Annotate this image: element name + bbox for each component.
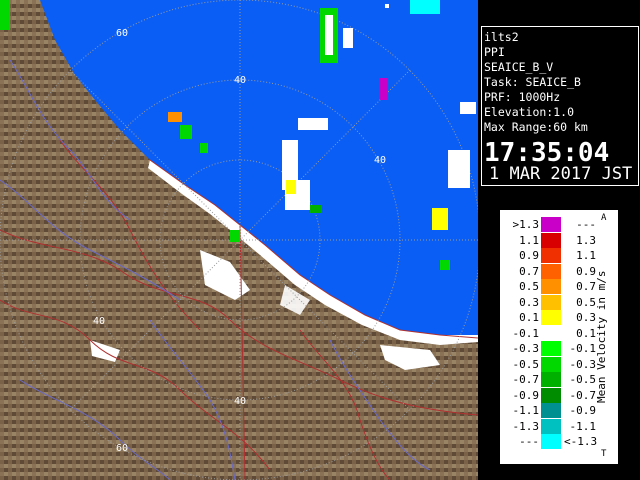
legend-color-swatch: [541, 372, 561, 387]
range-label: 40: [93, 316, 105, 327]
legend-row-lower-bound: -0.7: [512, 373, 540, 386]
legend-row-lower-bound: -0.3: [512, 342, 540, 355]
legend-color-swatch: [541, 403, 561, 418]
range-label: 60: [116, 443, 128, 454]
legend-color-swatch: [541, 294, 561, 310]
legend-row-lower-bound: -1.3: [512, 419, 540, 433]
legend-tag-top: A: [601, 213, 607, 223]
legend-color-swatch: [541, 387, 561, 403]
elevation-value: Elevation:1.0: [484, 105, 575, 119]
scan-date: 1 MAR 2017 JST: [489, 164, 633, 184]
range-label: 40: [374, 155, 386, 166]
legend-row-lower-bound: 1.1: [519, 233, 539, 247]
prf-value: PRF: 1000Hz: [484, 90, 561, 104]
radar-ppi-map: 60 40 40 40 40 60: [0, 0, 478, 480]
product-name: SEAICE_B_V: [484, 60, 554, 74]
legend-row-upper-bound: -1.1: [569, 419, 597, 433]
legend-row-upper-bound: <-1.3: [564, 435, 598, 448]
range-label: 40: [234, 396, 246, 407]
legend-row-upper-bound: 1.3: [576, 233, 596, 247]
legend-row-lower-bound: ---: [519, 435, 539, 448]
max-range-value: Max Range:60 km: [484, 120, 588, 134]
legend-tag-bottom: T: [601, 449, 607, 459]
legend-row-lower-bound: 0.7: [519, 264, 539, 278]
legend-row-upper-bound: -0.3: [569, 357, 597, 371]
legend-color-swatch: [541, 248, 561, 263]
legend-row-upper-bound: 0.9: [576, 264, 596, 278]
legend-row-lower-bound: -0.1: [512, 326, 540, 340]
range-label: 60: [116, 28, 128, 39]
station-name: ilts2: [484, 30, 519, 44]
legend-color-swatch: [541, 356, 561, 372]
legend-row-upper-bound: 0.7: [576, 280, 596, 293]
legend-row-lower-bound: 0.3: [519, 295, 539, 309]
legend-color-swatch: [541, 341, 561, 356]
legend-color-swatch: [541, 418, 561, 434]
legend-row-lower-bound: 0.9: [519, 249, 539, 262]
legend-color-swatch: [541, 279, 561, 294]
legend-row-lower-bound: -0.9: [512, 388, 540, 402]
legend-row-lower-bound: 0.1: [519, 311, 539, 324]
legend-title: Mean Velocity in m/s: [595, 270, 608, 404]
legend-row-upper-bound: 0.1: [576, 326, 596, 340]
legend-row-upper-bound: -0.5: [569, 373, 597, 386]
legend-row-upper-bound: 0.3: [576, 311, 596, 324]
legend-color-swatch: [541, 263, 561, 279]
legend-row-upper-bound: 0.5: [576, 295, 596, 309]
scan-mode: PPI: [484, 45, 505, 59]
legend-row-lower-bound: 0.5: [519, 280, 539, 293]
legend-row-upper-bound: ---: [576, 218, 596, 231]
velocity-legend: >1.3 --- 1.1 1.3 0.9 1.1 0.7 0.9 0.5 0.7 0.3 0.5 0.1…: [500, 210, 618, 464]
range-label: 40: [234, 75, 246, 86]
legend-color-swatch: [541, 325, 561, 341]
legend-color-swatch: [541, 310, 561, 325]
legend-color-swatch: [541, 217, 561, 232]
task-name: Task: SEAICE_B: [484, 75, 581, 89]
legend-row-upper-bound: -0.7: [569, 388, 597, 402]
legend-row-upper-bound: 1.1: [576, 249, 596, 262]
legend-row-upper-bound: -0.1: [569, 342, 597, 355]
legend-color-swatch: [541, 434, 561, 449]
legend-color-swatch: [541, 232, 561, 248]
legend-row-upper-bound: -0.9: [569, 404, 597, 417]
legend-row-lower-bound: -0.5: [512, 357, 540, 371]
legend-row-lower-bound: >1.3: [512, 218, 540, 231]
legend-row-lower-bound: -1.1: [512, 404, 540, 417]
